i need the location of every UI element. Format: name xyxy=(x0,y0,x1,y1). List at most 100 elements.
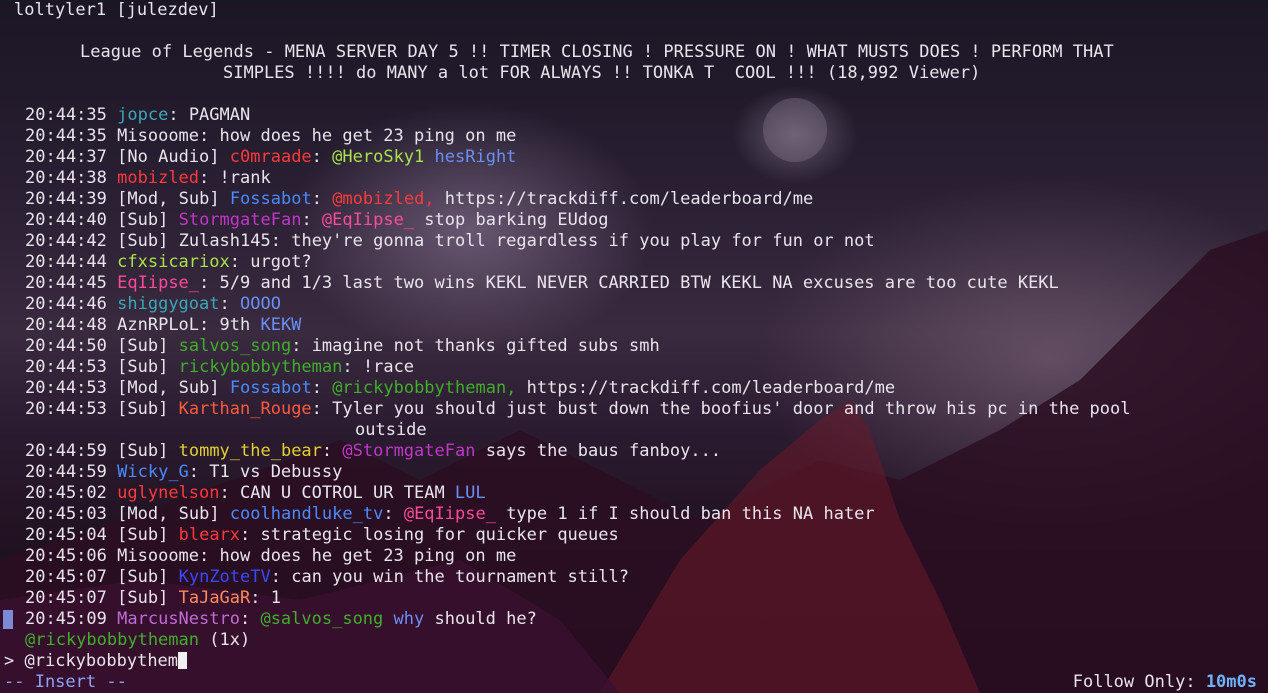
message-badges: [Sub] xyxy=(117,210,169,230)
chat-message[interactable]: 20:45:03 [Mod, Sub] coolhandluke_tv: @Eq… xyxy=(25,504,875,525)
chat-message[interactable]: 20:44:50 [Sub] salvos_song: imagine not … xyxy=(25,336,660,357)
message-text: OOOO xyxy=(239,294,281,314)
message-username[interactable]: Misooome xyxy=(117,546,199,566)
message-text: @rickybobbytheman, xyxy=(332,378,517,398)
message-username[interactable]: TaJaGaR xyxy=(179,588,251,608)
message-username[interactable]: uglynelson xyxy=(117,483,219,503)
message-text: type 1 if I should ban this NA hater xyxy=(495,504,875,524)
message-text: @HeroSky1 xyxy=(332,147,425,167)
badge: Sub xyxy=(178,504,210,524)
chat-message[interactable]: 20:44:46 shiggygoat: OOOO xyxy=(25,294,281,315)
chat-message[interactable]: 20:44:53 [Sub] rickybobbytheman: !race xyxy=(25,357,414,378)
message-username[interactable]: rickybobbytheman xyxy=(179,357,343,377)
message-timestamp: 20:45:04 xyxy=(25,525,107,545)
stream-title-line-1: League of Legends - MENA SERVER DAY 5 !!… xyxy=(80,42,1114,62)
message-timestamp: 20:44:59 xyxy=(25,462,107,482)
message-text: @mobizled, xyxy=(332,189,435,209)
message-text: stop barking EUdog xyxy=(414,210,609,230)
message-username[interactable]: MarcusNestro xyxy=(117,609,240,629)
message-username[interactable]: salvos_song xyxy=(179,336,292,356)
message-timestamp: 20:45:03 xyxy=(25,504,107,524)
chat-message[interactable]: 20:44:37 [No Audio] c0mraade: @HeroSky1 … xyxy=(25,147,516,168)
message-username[interactable]: EqIipse_ xyxy=(117,273,199,293)
message-username[interactable]: Fossabot xyxy=(230,189,312,209)
chat-message[interactable]: 20:44:59 [Sub] tommy_the_bear: @Stormgat… xyxy=(25,441,721,462)
chat-message[interactable]: 20:45:06 Misooome: how does he get 23 pi… xyxy=(25,546,516,567)
chat-message[interactable]: 20:45:02 uglynelson: CAN U COTROL UR TEA… xyxy=(25,483,486,504)
completion-suggestion[interactable]: @rickybobbytheman (1x) xyxy=(25,630,250,651)
message-text: they're gonna troll regardless if you pl… xyxy=(291,231,875,251)
badge: Sub xyxy=(127,357,159,377)
message-badges: [Sub] xyxy=(117,441,169,461)
chat-message[interactable]: 20:44:39 [Mod, Sub] Fossabot: @mobizled,… xyxy=(25,189,813,210)
chat-message[interactable]: 20:44:40 [Sub] StormgateFan: @EqIipse_ s… xyxy=(25,210,609,231)
chat-input[interactable]: > @rickybobbythem xyxy=(4,651,188,672)
message-badges: [Sub] xyxy=(117,567,169,587)
message-text: urgot? xyxy=(250,252,312,272)
message-username[interactable]: shiggygoat xyxy=(117,294,219,314)
message-badges: [Sub] xyxy=(117,399,169,419)
message-username[interactable]: Wicky_G xyxy=(117,462,189,482)
message-text: @salvos_song xyxy=(260,609,384,629)
input-value[interactable]: @rickybobbythem xyxy=(25,651,179,671)
chat-message[interactable]: 20:45:07 [Sub] TaJaGaR: 1 xyxy=(25,588,281,609)
completion-count: (1x) xyxy=(209,630,251,650)
message-username[interactable]: blearx xyxy=(179,525,240,545)
stream-title-line-2: SIMPLES !!!! do MANY a lot FOR ALWAYS !!… xyxy=(223,63,981,83)
message-text: https://trackdiff.com/leaderboard/me xyxy=(516,378,896,398)
completion-user[interactable]: @rickybobbytheman xyxy=(25,630,199,650)
message-timestamp: 20:45:07 xyxy=(25,567,107,587)
chat-message[interactable]: 20:44:53 [Sub] Karthan_Rouge: Tyler you … xyxy=(25,399,1130,420)
chat-message[interactable]: 20:44:59 Wicky_G: T1 vs Debussy xyxy=(25,462,342,483)
message-timestamp: 20:44:38 xyxy=(25,168,107,188)
chat-message[interactable]: 20:44:38 mobizled: !rank xyxy=(25,168,271,189)
message-timestamp: 20:44:35 xyxy=(25,126,107,146)
message-username[interactable]: tommy_the_bear xyxy=(179,441,322,461)
badge: Sub xyxy=(178,189,210,209)
message-username[interactable]: coolhandluke_tv xyxy=(230,504,384,524)
chat-message[interactable]: 20:44:42 [Sub] Zulash145: they're gonna … xyxy=(25,231,875,252)
message-badges: [Mod, Sub] xyxy=(117,504,220,524)
chat-message[interactable]: 20:44:44 cfxsicariox: urgot? xyxy=(25,252,312,273)
chat-message[interactable]: 20:44:48 AznRPLoL: 9th KEKW xyxy=(25,315,301,336)
message-timestamp: 20:44:45 xyxy=(25,273,107,293)
message-text: how does he get 23 ping on me xyxy=(219,126,517,146)
chat-message[interactable]: 20:44:35 Misooome: how does he get 23 pi… xyxy=(25,126,516,147)
chat-message[interactable]: 20:44:53 [Mod, Sub] Fossabot: @rickybobb… xyxy=(25,378,895,399)
message-text: T1 vs Debussy xyxy=(209,462,343,482)
message-username[interactable]: Misooome xyxy=(117,126,199,146)
message-timestamp: 20:45:06 xyxy=(25,546,107,566)
badge: Sub xyxy=(178,378,210,398)
message-text: hesRight xyxy=(434,147,517,167)
message-username[interactable]: AznRPLoL xyxy=(117,315,199,335)
message-text xyxy=(383,609,393,629)
message-timestamp: 20:44:44 xyxy=(25,252,107,272)
follow-label: Follow Only: xyxy=(1072,672,1196,692)
chat-message[interactable]: 20:45:07 [Sub] KynZoteTV: can you win th… xyxy=(25,567,629,588)
mode-indicator: -- Insert -- xyxy=(4,672,127,692)
message-username[interactable]: StormgateFan xyxy=(179,210,302,230)
message-username[interactable]: c0mraade xyxy=(230,147,312,167)
chat-message[interactable]: 20:45:04 [Sub] blearx: strategic losing … xyxy=(25,525,619,546)
message-username[interactable]: cfxsicariox xyxy=(117,252,230,272)
message-text: how does he get 23 ping on me xyxy=(219,546,517,566)
message-text: 1 xyxy=(270,588,281,608)
message-username[interactable]: Karthan_Rouge xyxy=(179,399,312,419)
text-cursor xyxy=(178,652,188,669)
message-username[interactable]: jopce xyxy=(117,105,168,125)
message-username[interactable]: Fossabot xyxy=(230,378,312,398)
message-timestamp: 20:44:40 xyxy=(25,210,107,230)
message-username[interactable]: KynZoteTV xyxy=(179,567,271,587)
chat-message[interactable]: 20:44:45 EqIipse_: 5/9 and 1/3 last two … xyxy=(25,273,1059,294)
badge: Mod xyxy=(127,189,159,209)
message-username[interactable]: mobizled xyxy=(117,168,199,188)
chat-message[interactable]: 20:44:35 jopce: PAGMAN xyxy=(25,105,250,126)
badge: Sub xyxy=(127,399,159,419)
message-username[interactable]: Zulash145 xyxy=(179,231,271,251)
message-text: @StormgateFan xyxy=(342,441,476,461)
badge: Mod xyxy=(127,504,159,524)
chat-message[interactable]: 20:45:09 MarcusNestro: @salvos_song why … xyxy=(25,609,537,630)
message-text: KEKW xyxy=(260,315,302,335)
message-timestamp: 20:44:53 xyxy=(25,378,107,398)
badge: Sub xyxy=(127,588,159,608)
